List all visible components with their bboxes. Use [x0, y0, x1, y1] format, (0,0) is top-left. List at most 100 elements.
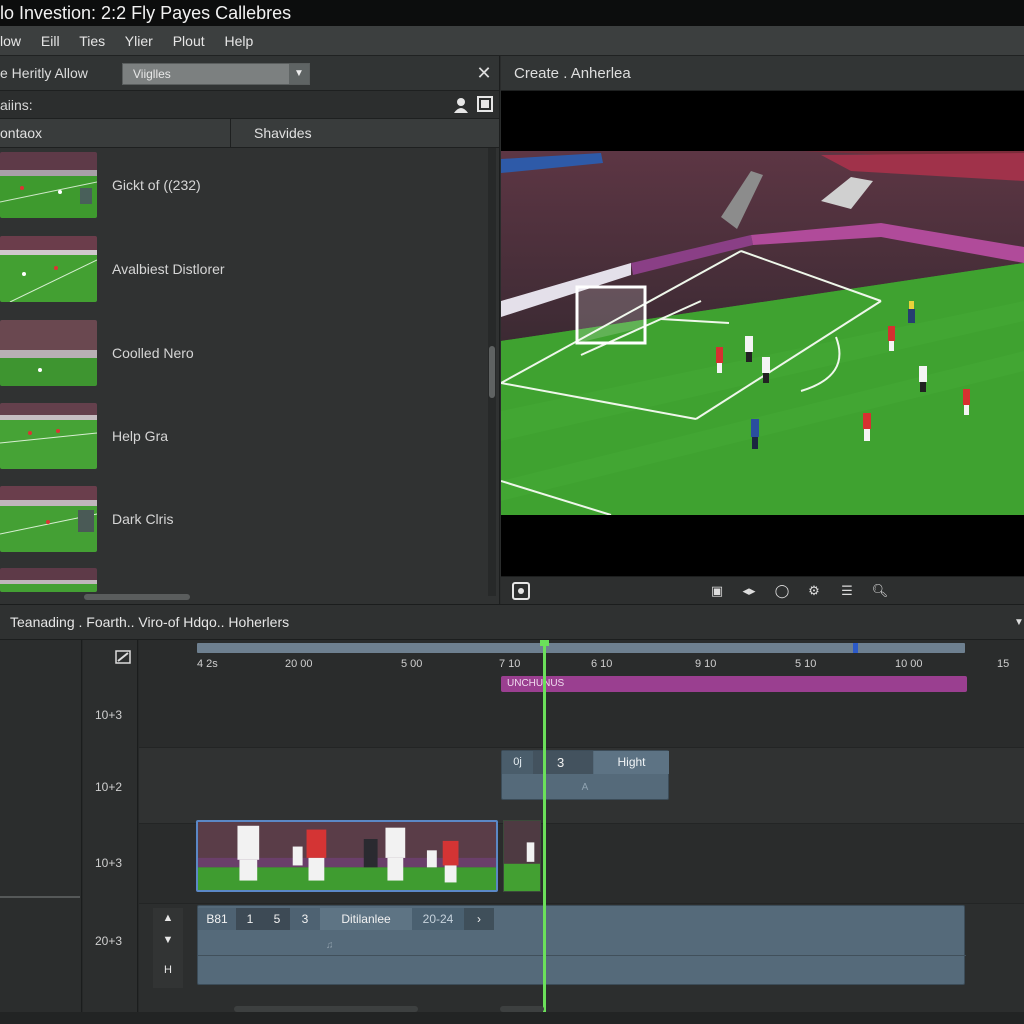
track-toggle[interactable]: H — [153, 964, 183, 976]
track-label: 10+2 — [95, 780, 123, 794]
clip-field[interactable]: 1 — [236, 908, 264, 930]
viewer-screen[interactable] — [501, 91, 1024, 576]
horizontal-scrollbar-thumb[interactable] — [84, 594, 190, 600]
audio-clip-fields: B81 1 5 3 Ditilanlee 20-24 › — [198, 906, 494, 932]
ruler-label: 5 00 — [401, 658, 423, 670]
column-header-name[interactable]: ontaox — [0, 119, 231, 148]
browser-subheading: aiins: — [0, 97, 33, 113]
timeline-left-column — [0, 640, 82, 1024]
track-label: 10+3 — [95, 708, 123, 722]
filter-select[interactable]: Viiglles ▼ — [122, 63, 310, 85]
ruler-label: 15 — [997, 658, 1010, 670]
divider — [198, 955, 966, 956]
clip-thumbnail — [0, 320, 97, 386]
clip-thumbnail — [0, 152, 97, 218]
audio-clip[interactable]: B81 1 5 3 Ditilanlee 20-24 › ♫ — [197, 905, 966, 985]
track-label: 20+3 — [95, 934, 123, 948]
caption-icon[interactable]: ▣ — [707, 581, 727, 601]
browser-subheader: aiins: — [0, 91, 499, 119]
clip-name: Avalbiest Distlorer — [112, 261, 225, 277]
clip-field[interactable]: Ditilanlee — [320, 908, 412, 930]
ruler-label: 7 10 — [499, 658, 521, 670]
menu-bar: low Eill Ties Ylier Plout Help — [0, 26, 1024, 56]
menu-item-help[interactable]: Help — [225, 33, 254, 49]
view-icon[interactable] — [477, 96, 493, 112]
video-clip[interactable] — [503, 820, 541, 892]
timeline-panel: Teanading . Foarth.. Viro-of Hdqo.. Hohe… — [0, 604, 1024, 1024]
menu-item-edit[interactable]: Eill — [41, 33, 60, 49]
browser-column-headers: ontaox Shavides — [0, 119, 499, 148]
media-browser-panel: e Heritly Allow Viiglles ▼ ✕ aiins: onta… — [0, 56, 500, 604]
list-icon[interactable]: ☰ — [837, 581, 857, 601]
menu-item-plout[interactable]: Plout — [173, 33, 205, 49]
divider — [0, 896, 80, 898]
video-frame[interactable] — [501, 151, 1024, 515]
work-area-bar[interactable] — [197, 643, 965, 653]
clip-thumbnail — [0, 568, 97, 592]
video-clip[interactable] — [196, 820, 498, 892]
clip-field[interactable]: 5 — [264, 908, 290, 930]
track-label: 10+3 — [95, 856, 123, 870]
list-item[interactable]: Avalbiest Distlorer — [0, 236, 488, 306]
clip-name: Coolled Nero — [112, 345, 194, 361]
browser-title: e Heritly Allow — [0, 65, 88, 81]
audio-icon[interactable]: ◂▸ — [739, 581, 759, 601]
loop-icon[interactable]: ◯ — [772, 581, 792, 601]
move-up-icon[interactable]: ▲ — [153, 912, 183, 924]
viewer-panel: Create . Anherlea ▣ ◂▸ ◯ ⚙ ☰ 🔍︎ — [501, 56, 1024, 604]
list-item[interactable]: Coolled Nero — [0, 320, 488, 390]
timeline-tracks[interactable]: 4 2s 20 00 5 00 7 10 6 10 9 10 5 10 10 0… — [139, 640, 1024, 1024]
panel-menu-icon[interactable]: ▼ — [1014, 617, 1024, 628]
timeline-title: Teanading . Foarth.. Viro-of Hdqo.. Hohe… — [10, 614, 290, 630]
playhead[interactable] — [543, 640, 546, 1024]
vertical-scrollbar-thumb[interactable] — [489, 346, 495, 398]
clip-thumbnail — [0, 236, 97, 302]
waveform-icon: ♫ — [326, 940, 334, 951]
user-icon[interactable] — [452, 96, 470, 114]
chevron-right-icon[interactable]: › — [464, 908, 494, 930]
clip-thumbnail — [0, 403, 97, 469]
list-item[interactable]: Help Gra — [0, 403, 488, 473]
list-item[interactable]: Dark Clris — [0, 486, 488, 556]
viewer-title: Create . Anherlea — [514, 65, 631, 82]
ruler-label: 10 00 — [895, 658, 923, 670]
timeline-header: Teanading . Foarth.. Viro-of Hdqo.. Hohe… — [0, 605, 1024, 640]
dropdown-arrow-icon[interactable]: ▼ — [289, 64, 309, 84]
ruler-label: 6 10 — [591, 658, 613, 670]
snapshot-icon[interactable] — [511, 581, 531, 601]
work-area-marker[interactable] — [853, 643, 858, 653]
ruler-label: 20 00 — [285, 658, 313, 670]
viewer-header: Create . Anherlea — [501, 56, 1024, 91]
clip-field[interactable]: 20-24 — [412, 908, 464, 930]
menu-item-file[interactable]: low — [0, 33, 21, 49]
list-item[interactable]: Gickt of ((232) — [0, 152, 488, 222]
list-item[interactable] — [0, 568, 488, 594]
ruler-label: 9 10 — [695, 658, 717, 670]
effect-clip[interactable]: 0j 3 Hight A — [501, 750, 669, 800]
clip-thumbnail — [0, 486, 97, 552]
clip-field[interactable]: Hight — [594, 751, 669, 774]
move-down-icon[interactable]: ▼ — [153, 934, 183, 946]
browser-header: e Heritly Allow Viiglles ▼ ✕ — [0, 56, 499, 91]
track-headers: 10+3 10+2 10+3 20+3 — [83, 640, 138, 1024]
clip-name: Dark Clris — [112, 511, 174, 527]
clip-field[interactable]: 3 — [290, 908, 320, 930]
window-title: lo Investion: 2:2 Fly Payes Callebres — [0, 0, 1024, 26]
clip-name: Help Gra — [112, 428, 169, 444]
settings-icon[interactable]: ⚙ — [804, 581, 824, 601]
trim-icon[interactable] — [115, 650, 131, 664]
search-icon[interactable]: 🔍︎ — [870, 581, 890, 601]
clip-field[interactable]: 3 — [533, 751, 593, 774]
menu-item-ties[interactable]: Ties — [79, 33, 105, 49]
clip-field: A — [581, 782, 589, 793]
title-clip[interactable]: UNCHUNUS — [501, 676, 967, 692]
close-icon[interactable]: ✕ — [474, 63, 494, 83]
status-strip — [0, 1012, 1024, 1024]
column-header-shavides[interactable]: Shavides — [254, 119, 312, 148]
time-ruler[interactable]: 4 2s 20 00 5 00 7 10 6 10 9 10 5 10 10 0… — [139, 654, 1024, 678]
ruler-label: 4 2s — [197, 658, 218, 670]
clip-field[interactable]: 0j — [502, 751, 533, 774]
clip-field[interactable]: B81 — [198, 908, 236, 930]
ruler-label: 5 10 — [795, 658, 817, 670]
menu-item-view[interactable]: Ylier — [125, 33, 153, 49]
